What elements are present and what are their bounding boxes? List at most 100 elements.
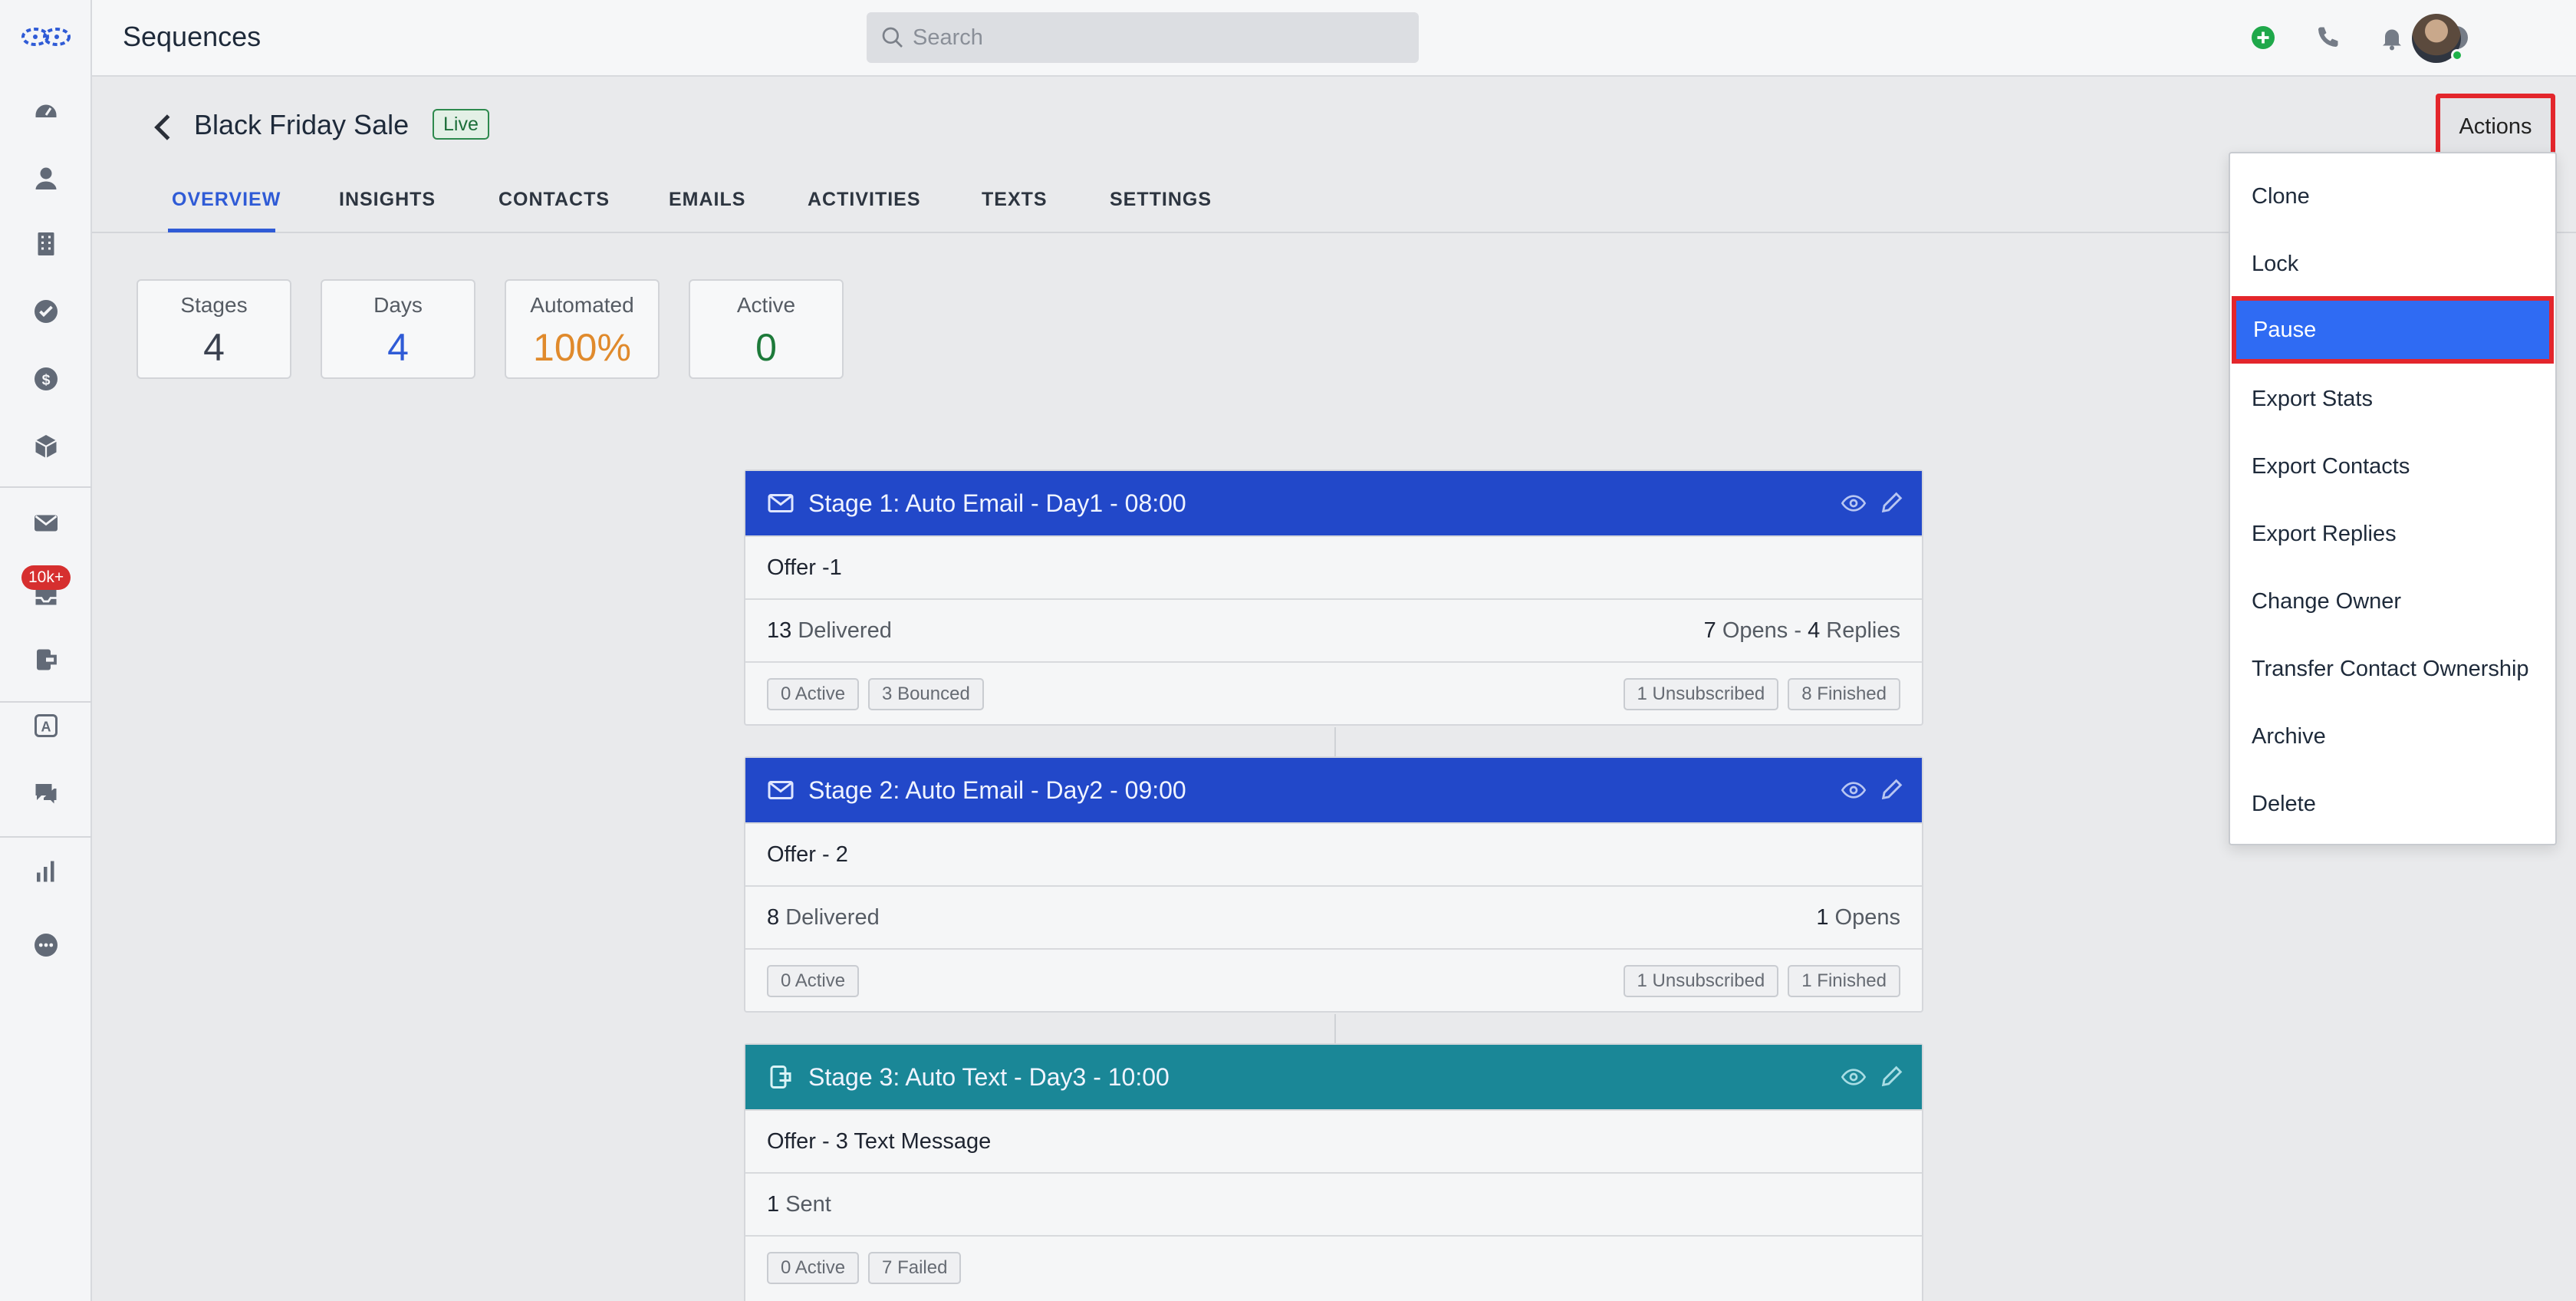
stat-value: 4	[387, 326, 409, 369]
tab-texts[interactable]: TEXTS	[982, 189, 1048, 211]
stat-label: Stages	[180, 293, 248, 317]
sidebar: $ 10k+ A	[0, 0, 92, 1301]
stage-header[interactable]: Stage 1: Auto Email - Day1 - 08:00	[745, 471, 1922, 535]
companies-icon[interactable]	[29, 227, 63, 261]
tab-insights[interactable]: INSIGHTS	[339, 189, 436, 211]
search-input[interactable]	[913, 12, 1403, 63]
stat-card-days: Days 4	[321, 279, 475, 379]
products-icon[interactable]	[29, 430, 63, 463]
status-chip[interactable]: 0 Active	[767, 678, 860, 710]
stage-name-row: Offer -1	[745, 535, 1922, 598]
sequences-icon[interactable]	[29, 643, 63, 677]
status-chip[interactable]: 1 Unsubscribed	[1623, 678, 1779, 710]
stage-card-1: Stage 1: Auto Email - Day1 - 08:00 Offer…	[744, 469, 1923, 726]
menu-item-clone[interactable]: Clone	[2230, 163, 2555, 230]
tab-activities[interactable]: ACTIVITIES	[808, 189, 921, 211]
tab-settings[interactable]: SETTINGS	[1110, 189, 1212, 211]
edit-pencil-icon[interactable]	[1879, 489, 1905, 515]
search-box[interactable]	[867, 12, 1419, 63]
metric-separator: -	[1788, 618, 1808, 643]
menu-item-pause[interactable]: Pause	[2232, 296, 2554, 364]
stage-card-2: Stage 2: Auto Email - Day2 - 09:00 Offer…	[744, 756, 1923, 1013]
mail-icon[interactable]	[29, 506, 63, 540]
top-header: Sequences ?	[92, 0, 2576, 77]
stat-label: Automated	[530, 293, 634, 317]
metric-number: 7	[1703, 618, 1716, 643]
sidebar-divider	[0, 836, 92, 838]
stage-header[interactable]: Stage 2: Auto Email - Day2 - 09:00	[745, 758, 1922, 822]
edit-pencil-icon[interactable]	[1879, 1063, 1905, 1089]
metric-number: 1	[767, 1192, 780, 1217]
online-status-dot	[2451, 49, 2463, 61]
metric-number: 13	[767, 618, 792, 643]
status-chip[interactable]: 8 Finished	[1788, 678, 1900, 710]
stage-chips-row: 0 Active 1 Unsubscribed 1 Finished	[745, 948, 1922, 1011]
chat-icon[interactable]	[29, 776, 63, 810]
preview-eye-icon[interactable]	[1841, 491, 1867, 515]
preview-eye-icon[interactable]	[1841, 778, 1867, 802]
app-title: Sequences	[123, 21, 262, 52]
status-badge: Live	[433, 109, 489, 140]
metric-label: Sent	[779, 1192, 831, 1217]
stat-value: 4	[203, 326, 225, 369]
stat-card-stages: Stages 4	[137, 279, 291, 379]
metric-label: Opens	[1716, 618, 1788, 643]
tab-emails[interactable]: EMAILS	[669, 189, 745, 211]
stage-title: Stage 1: Auto Email - Day1 - 08:00	[808, 489, 1186, 517]
app-logo-icon[interactable]	[20, 21, 72, 52]
stage-title: Stage 3: Auto Text - Day3 - 10:00	[808, 1063, 1170, 1091]
stage-metrics-row: 13 Delivered 7 Opens - 4 Replies	[745, 598, 1922, 661]
sidebar-divider	[0, 701, 92, 703]
edit-pencil-icon[interactable]	[1879, 776, 1905, 802]
menu-item-lock[interactable]: Lock	[2230, 230, 2555, 298]
phone-icon[interactable]	[2311, 21, 2344, 54]
menu-item-export-stats[interactable]: Export Stats	[2230, 365, 2555, 433]
delivered-metric: 8 Delivered	[767, 905, 880, 930]
tasks-icon[interactable]	[29, 295, 63, 328]
sent-metric: 1 Sent	[767, 1192, 831, 1217]
metric-number: 4	[1808, 618, 1821, 643]
dashboard-icon[interactable]	[29, 94, 63, 127]
menu-item-change-owner[interactable]: Change Owner	[2230, 568, 2555, 635]
tab-bar: OVERVIEW INSIGHTS CONTACTS EMAILS ACTIVI…	[92, 175, 2576, 233]
contacts-icon[interactable]	[29, 161, 63, 195]
back-arrow-icon[interactable]	[150, 112, 176, 143]
stage-name: Offer - 3 Text Message	[767, 1129, 992, 1154]
more-icon[interactable]	[29, 928, 63, 962]
stage-header[interactable]: Stage 3: Auto Text - Day3 - 10:00	[745, 1045, 1922, 1109]
tab-contacts[interactable]: CONTACTS	[498, 189, 610, 211]
status-chip[interactable]: 0 Active	[767, 1252, 860, 1284]
status-chip[interactable]: 0 Active	[767, 965, 860, 997]
email-icon	[768, 494, 794, 512]
actions-button[interactable]: Actions	[2436, 94, 2555, 160]
add-icon[interactable]	[2247, 21, 2279, 54]
status-chip[interactable]: 1 Unsubscribed	[1623, 965, 1779, 997]
menu-item-delete[interactable]: Delete	[2230, 770, 2555, 838]
menu-item-export-replies[interactable]: Export Replies	[2230, 500, 2555, 568]
menu-item-archive[interactable]: Archive	[2230, 703, 2555, 770]
metric-number: 1	[1816, 905, 1829, 930]
opens-replies-metric: 7 Opens - 4 Replies	[1704, 618, 1900, 644]
bell-icon[interactable]	[2376, 21, 2408, 54]
stat-label: Active	[736, 293, 796, 317]
stage-metrics-row: 8 Delivered 1 Opens	[745, 885, 1922, 948]
stage-chips-row: 0 Active 3 Bounced 1 Unsubscribed 8 Finish…	[745, 661, 1922, 724]
inbox-count-badge: 10k+	[21, 565, 71, 590]
stat-card-active: Active 0	[689, 279, 844, 379]
metric-label: Replies	[1820, 618, 1900, 643]
deals-icon[interactable]: $	[29, 362, 63, 396]
menu-item-transfer-contact-ownership[interactable]: Transfer Contact Ownership	[2230, 635, 2555, 703]
metric-number: 8	[767, 905, 780, 930]
preview-eye-icon[interactable]	[1841, 1065, 1867, 1089]
stage-name: Offer -1	[767, 555, 842, 580]
reports-icon[interactable]	[29, 855, 63, 888]
stage-metrics-row: 1 Sent	[745, 1172, 1922, 1235]
menu-item-export-contacts[interactable]: Export Contacts	[2230, 433, 2555, 500]
tab-overview[interactable]: OVERVIEW	[172, 189, 281, 211]
metric-label: Delivered	[791, 618, 892, 643]
status-chip[interactable]: 3 Bounced	[868, 678, 984, 710]
automation-icon[interactable]: A	[29, 709, 63, 743]
status-chip[interactable]: 7 Failed	[868, 1252, 962, 1284]
active-tab-indicator	[168, 229, 275, 232]
status-chip[interactable]: 1 Finished	[1788, 965, 1900, 997]
